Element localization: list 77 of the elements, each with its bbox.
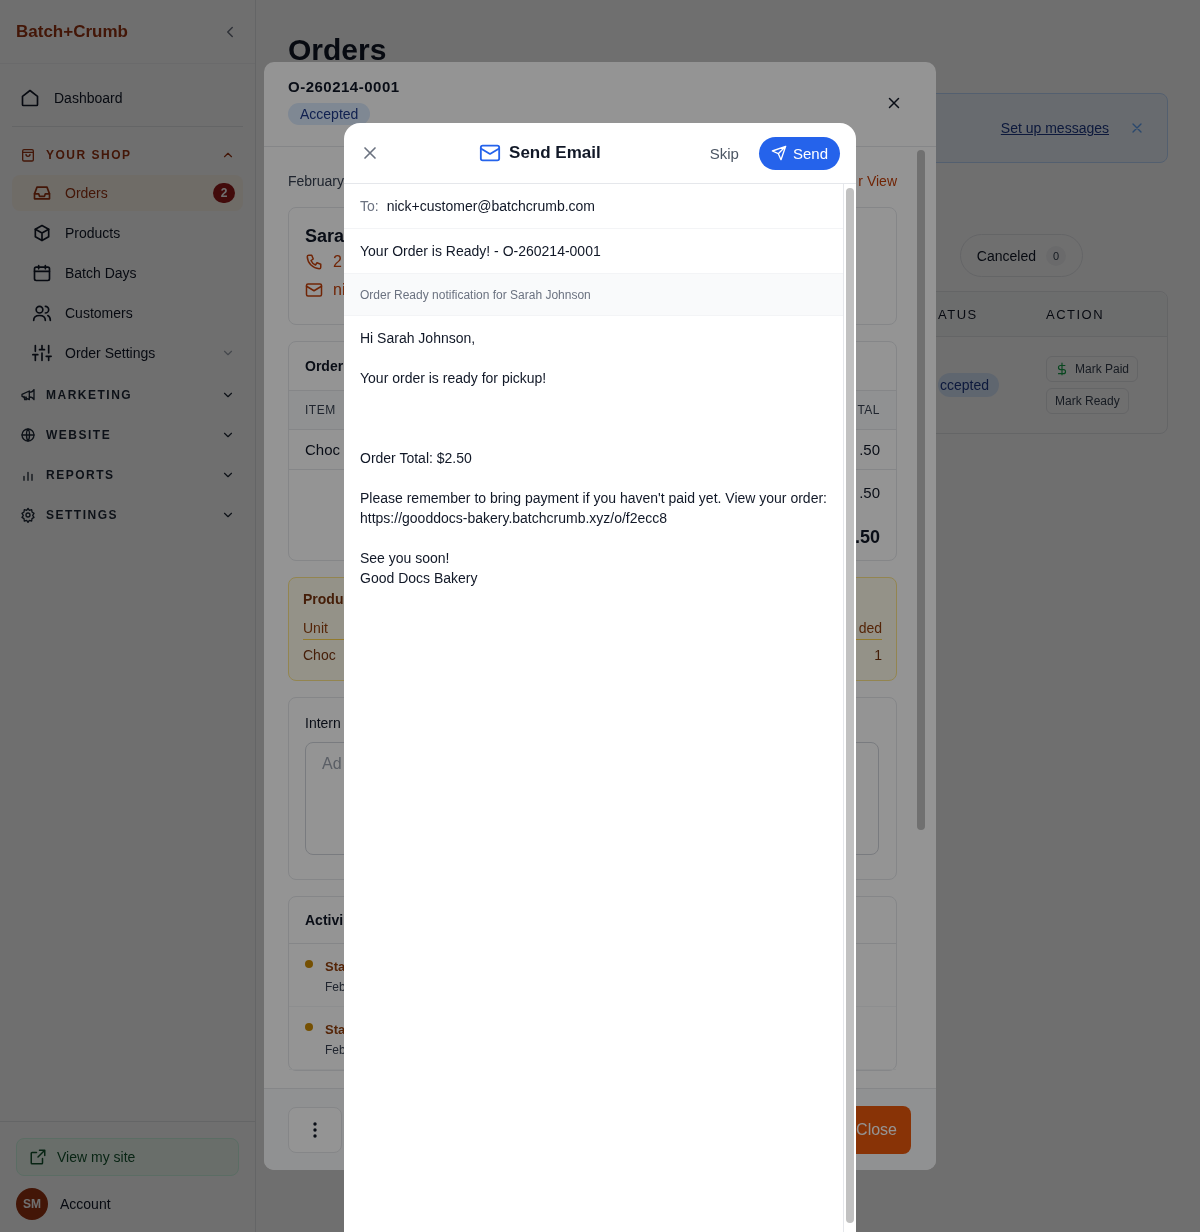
- sliders-icon: [32, 343, 52, 363]
- customer-phone: 2: [333, 253, 342, 271]
- customer-name: Sara: [305, 225, 346, 248]
- phone-icon: [305, 253, 323, 271]
- filter-pill[interactable]: Canceled 0: [959, 234, 1083, 277]
- setup-link[interactable]: Set up messages: [1000, 120, 1109, 136]
- card-title: Produ: [303, 591, 344, 607]
- more-button[interactable]: [288, 1106, 342, 1153]
- table-cell: 1: [874, 647, 882, 663]
- section-header[interactable]: WEBSITE: [12, 415, 243, 455]
- card-title: Activi: [305, 912, 344, 928]
- dollar-icon: [1055, 362, 1069, 376]
- status-badge: Accepted: [288, 103, 371, 125]
- card-title: Order: [305, 358, 344, 374]
- inbox-icon: [32, 183, 52, 203]
- subtotal-amount: .50: [859, 484, 880, 501]
- section-header[interactable]: SETTINGS: [12, 495, 243, 535]
- send-button[interactable]: Send: [758, 136, 840, 170]
- section-header[interactable]: REPORTS: [12, 455, 243, 495]
- mail-icon: [479, 142, 502, 164]
- action-button[interactable]: Mark Paid: [1046, 356, 1139, 382]
- total-amount: .50: [854, 527, 880, 548]
- account-link[interactable]: SM Account: [16, 1188, 239, 1220]
- to-label: To:: [360, 198, 379, 214]
- column-header: ACTION: [1046, 306, 1106, 322]
- section-header[interactable]: MARKETING: [12, 375, 243, 415]
- table-cell: .50: [859, 441, 880, 458]
- calendar-icon: [32, 263, 52, 283]
- order-date: February: [288, 173, 345, 189]
- count-badge: 2: [213, 183, 235, 203]
- column-header: ded: [858, 619, 882, 636]
- status-dot: [305, 1023, 313, 1031]
- bag-icon: [20, 147, 36, 163]
- skip-button[interactable]: Skip: [699, 144, 749, 162]
- scrollbar[interactable]: [846, 188, 854, 1223]
- mail-icon: [305, 281, 323, 299]
- scrollbar[interactable]: [917, 150, 925, 830]
- dialog-title: Send Email: [509, 143, 601, 163]
- order-number: O-260214-0001: [288, 78, 401, 95]
- nav-item[interactable]: Orders 2: [12, 175, 243, 211]
- email-body: Hi Sarah Johnson, Your order is ready for pickup! Order Total: $2.50 Please remember to bring payment if you haven't paid yet. View your order: https://gooddocs-bakery.batchcrumb.xyz/o/f2ecc8 See you soon! Good Docs Bakery: [359, 329, 828, 588]
- column-header: ATUS: [938, 306, 979, 322]
- table-cell: Choc: [303, 647, 336, 663]
- column-header: TAL: [857, 403, 880, 417]
- section-header[interactable]: YOUR SHOP: [12, 135, 243, 175]
- external-link-icon: [29, 1148, 47, 1166]
- users-icon: [32, 303, 52, 323]
- avatar: SM: [16, 1188, 48, 1220]
- count-badge: 0: [1046, 245, 1066, 266]
- action-button[interactable]: Mark Ready: [1046, 388, 1129, 414]
- nav-item[interactable]: Products: [12, 215, 243, 251]
- box-icon: [32, 223, 52, 243]
- nav-item[interactable]: Dashboard: [12, 80, 243, 116]
- recipient-email: nick+customer@batchcrumb.com: [386, 198, 596, 214]
- activity-title: Sta: [325, 1021, 346, 1039]
- column-header: Unit: [303, 619, 328, 636]
- globe-icon: [20, 427, 36, 443]
- nav-item[interactable]: Order Settings: [12, 335, 243, 371]
- settings-icon: [20, 507, 36, 523]
- logo: Batch+Crumb: [16, 21, 128, 42]
- nav-item[interactable]: Batch Days: [12, 255, 243, 291]
- page-title: Orders: [288, 33, 388, 67]
- home-icon: [20, 88, 40, 108]
- view-link[interactable]: r View: [858, 173, 897, 189]
- activity-title: Sta: [325, 958, 346, 976]
- status-dot: [305, 960, 313, 968]
- table-cell: Choc: [305, 441, 341, 458]
- kebab-icon: [313, 1121, 317, 1138]
- customer-email: ni: [333, 281, 346, 299]
- view-site-button[interactable]: View my site: [16, 1138, 239, 1176]
- status-badge: ccepted: [938, 373, 1000, 397]
- template-note: Order Ready notification for Sarah Johnson: [344, 274, 843, 316]
- column-header: ITEM: [305, 403, 336, 417]
- send-icon: [770, 145, 787, 161]
- megaphone-icon: [20, 387, 36, 403]
- nav-item[interactable]: Customers: [12, 295, 243, 331]
- card-title: Intern: [305, 715, 341, 731]
